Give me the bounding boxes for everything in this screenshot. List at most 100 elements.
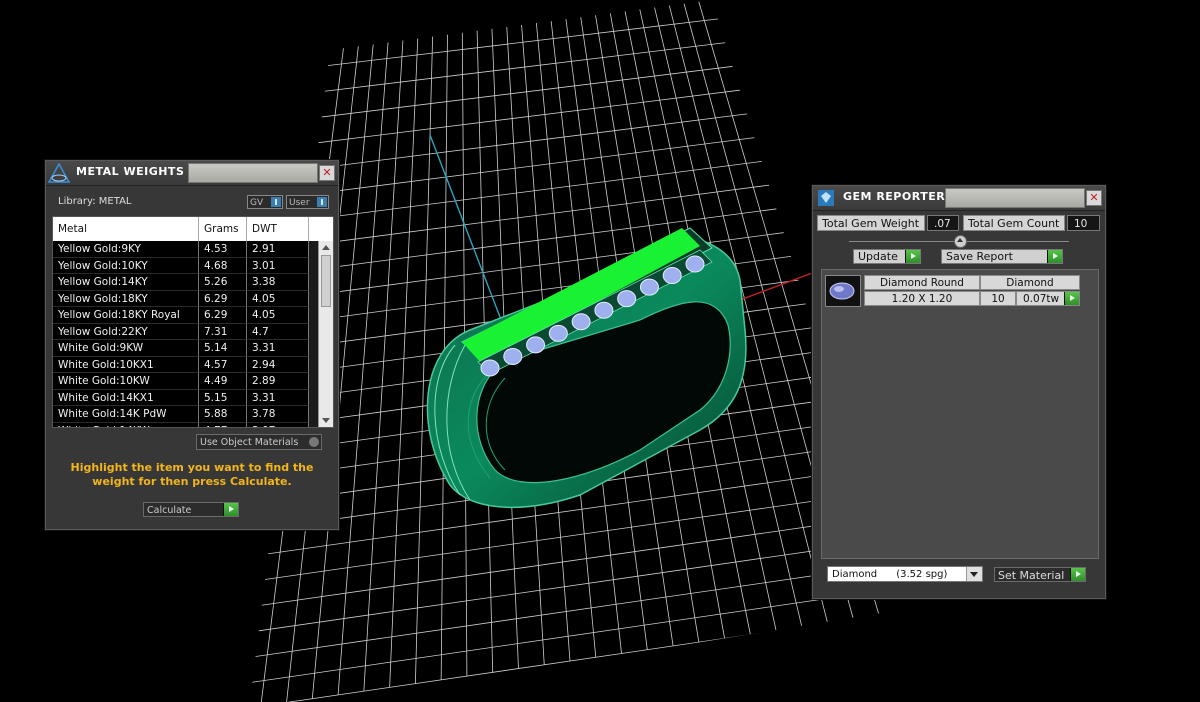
metal-weights-title: METAL WEIGHTS — [76, 165, 185, 178]
cell-metal: White Gold:10KX1 — [53, 356, 199, 373]
scroll-thumb[interactable] — [321, 255, 331, 307]
gem-reporter-titlebar[interactable]: GEM REPORTER ✕ — [813, 186, 1105, 211]
play-icon — [223, 503, 238, 516]
cell-metal: Yellow Gold:18KY Royal — [53, 307, 199, 324]
cell-dwt: 3.01 — [247, 257, 309, 274]
metal-weights-icon — [46, 161, 72, 185]
cell-dwt: 3.31 — [247, 340, 309, 357]
gem-stone — [526, 336, 546, 354]
grid-line — [250, 516, 876, 608]
cell-metal: White Gold:10KW — [53, 373, 199, 390]
toggle-user[interactable]: User — [286, 195, 329, 209]
gem-reporter-panel: GEM REPORTER ✕ Total Gem Weight .07 Tota… — [812, 185, 1106, 599]
cell-metal: Yellow Gold:9KY — [53, 241, 199, 258]
cell-dwt: 3.38 — [247, 274, 309, 291]
gem-shape: Diamond Round — [864, 275, 980, 290]
cell-dwt: 2.89 — [247, 373, 309, 390]
total-gem-count-label: Total Gem Count — [963, 215, 1065, 231]
metal-weights-titlebar[interactable]: METAL WEIGHTS ✕ — [46, 161, 338, 186]
cell-grams: 5.26 — [199, 274, 247, 291]
cell-metal: White Gold:9KW — [53, 340, 199, 357]
cell-grams: 5.88 — [199, 406, 247, 423]
grid-line — [253, 492, 868, 582]
gem-stone — [571, 313, 591, 331]
play-icon — [1047, 250, 1062, 263]
scroll-up-icon[interactable] — [322, 245, 330, 250]
update-button[interactable]: Update — [853, 249, 921, 264]
cell-grams: 6.29 — [199, 307, 247, 324]
total-gem-weight-label: Total Gem Weight — [817, 215, 925, 231]
table-header: Metal Grams DWT — [53, 217, 333, 241]
cell-grams: 5.14 — [199, 340, 247, 357]
calculate-button[interactable]: Calculate — [143, 502, 239, 517]
title-fill — [945, 188, 1085, 208]
save-report-button[interactable]: Save Report — [941, 249, 1063, 264]
toggle-user-label: User — [289, 198, 310, 208]
total-gem-weight-value: .07 — [927, 215, 959, 231]
gem-stone — [685, 255, 705, 273]
cell-dwt: 4.05 — [247, 290, 309, 307]
gem-stone — [594, 301, 614, 319]
table-body: Yellow Gold:9KY 4.53 2.91 Yellow Gold:10KY 4… — [53, 241, 333, 423]
gem-weight-label: 0.07tw — [1023, 293, 1060, 305]
cell-dwt: 2.94 — [247, 356, 309, 373]
grid-line — [329, 0, 713, 41]
column-metal[interactable]: Metal — [53, 217, 199, 241]
column-dwt[interactable]: DWT — [247, 217, 309, 241]
material-select[interactable]: Diamond (3.52 spg) — [827, 566, 983, 582]
collapse-icon[interactable] — [954, 235, 967, 248]
gem-stone — [617, 290, 637, 308]
table-row[interactable]: White Gold:14K PdW 5.88 3.78 — [53, 406, 333, 423]
set-material-button[interactable]: Set Material — [994, 567, 1086, 582]
use-object-materials-button[interactable]: Use Object Materials — [196, 434, 322, 450]
vertical-scrollbar[interactable] — [318, 241, 333, 427]
gem-weight[interactable]: 0.07tw — [1016, 291, 1080, 306]
axis-y — [429, 134, 506, 331]
cell-grams: 5.15 — [199, 389, 247, 406]
table-row[interactable]: White Gold:10KW 4.49 2.89 — [53, 373, 333, 390]
cell-dwt: 3.78 — [247, 406, 309, 423]
cell-metal: Yellow Gold:14KY — [53, 274, 199, 291]
gem-reporter-icon — [813, 186, 839, 210]
gem-stone — [548, 324, 568, 342]
scroll-down-icon[interactable] — [322, 418, 330, 423]
play-icon — [1064, 292, 1079, 305]
table-row[interactable]: White Gold:10KX1 4.57 2.94 — [53, 356, 333, 373]
cell-metal: Yellow Gold:22KY — [53, 323, 199, 340]
grid-line — [250, 587, 898, 685]
gem-reporter-title: GEM REPORTER — [843, 190, 946, 203]
close-icon[interactable]: ✕ — [1086, 190, 1102, 206]
toggle-gv[interactable]: GV — [247, 195, 283, 209]
table-row[interactable]: White Gold:9KW 5.14 3.31 — [53, 340, 333, 357]
table-row[interactable]: Yellow Gold:9KY 4.53 2.91 — [53, 241, 333, 258]
table-row[interactable]: Yellow Gold:10KY 4.68 3.01 — [53, 257, 333, 274]
table-row[interactable]: White Gold:14KX1 5.15 3.31 — [53, 389, 333, 406]
metal-table: Metal Grams DWT Yellow Gold:9KY 4.53 2.91 Y… — [52, 216, 334, 428]
info-icon — [271, 197, 281, 207]
instruction-text: Highlight the item you want to find the … — [70, 461, 314, 488]
ring-model[interactable] — [426, 227, 747, 509]
close-icon[interactable]: ✕ — [319, 165, 335, 181]
gem-stone — [639, 278, 659, 296]
total-gem-count-value: 10 — [1067, 215, 1100, 231]
gear-icon — [309, 437, 319, 447]
gem-stone — [503, 347, 523, 365]
gem-thumbnail — [825, 275, 861, 307]
gem-count: 10 — [980, 291, 1016, 306]
cell-dwt: 4.7 — [247, 323, 309, 340]
set-material-label: Set Material — [998, 569, 1065, 582]
table-row[interactable]: Yellow Gold:18KY Royal 6.29 4.05 — [53, 307, 333, 324]
table-row[interactable]: Yellow Gold:22KY 7.31 4.7 — [53, 323, 333, 340]
update-label: Update — [858, 250, 898, 263]
table-row[interactable]: Yellow Gold:14KY 5.26 3.38 — [53, 274, 333, 291]
grid-line — [250, 540, 883, 634]
gem-stone — [662, 267, 682, 285]
calculate-label: Calculate — [147, 505, 192, 516]
cell-dwt: 4.05 — [247, 307, 309, 324]
table-row-partial[interactable]: White Gold:14KW4.773.07 — [53, 422, 333, 427]
material-select-value: Diamond (3.52 spg) — [832, 569, 948, 580]
chevron-down-icon[interactable] — [966, 567, 982, 581]
gem-size: 1.20 X 1.20 — [864, 291, 980, 306]
column-grams[interactable]: Grams — [199, 217, 247, 241]
table-row[interactable]: Yellow Gold:18KY 6.29 4.05 — [53, 290, 333, 307]
